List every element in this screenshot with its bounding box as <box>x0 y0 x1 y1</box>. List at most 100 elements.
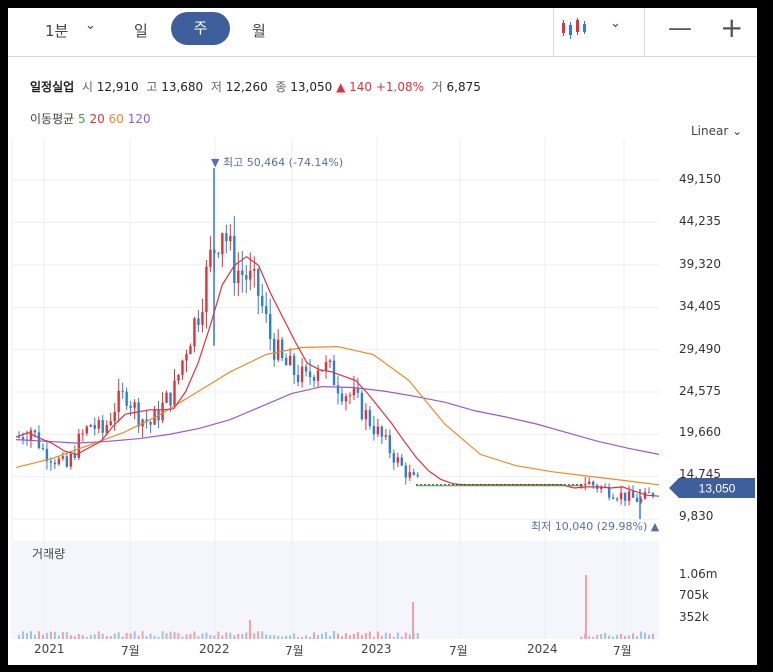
candle-body <box>221 233 224 255</box>
candle-body <box>588 481 591 485</box>
candle-body <box>328 360 332 363</box>
volume-bar <box>233 635 236 639</box>
volume-bar <box>317 634 320 639</box>
volume-bar <box>37 631 40 639</box>
volume-bar <box>97 631 100 639</box>
volume-bar <box>336 633 339 639</box>
candle-body <box>29 430 33 441</box>
volume-bar <box>209 635 212 639</box>
candle-body <box>65 456 69 467</box>
volume-bar <box>273 635 276 639</box>
volume-bar <box>596 634 599 639</box>
volume-bar <box>360 635 363 639</box>
current-price-tag: 13,050 <box>669 478 755 498</box>
candle-body <box>181 360 184 375</box>
volume-bar <box>632 633 635 639</box>
candle-body <box>209 249 212 267</box>
volume-bar <box>18 635 20 639</box>
price-tick: 9,830 <box>679 509 714 523</box>
candle-body <box>201 312 204 325</box>
candle-body <box>412 472 415 475</box>
volume-bar <box>356 631 359 639</box>
candle-body <box>340 393 344 402</box>
chart-window: 1분 ⌄ 일 주 월 ⌄ — + 일정실업 시 12,910 고 13,680 … <box>8 8 757 665</box>
volume-bar <box>117 632 120 639</box>
candle-body <box>647 492 651 494</box>
candle-body <box>237 270 240 284</box>
volume-bar <box>612 636 615 639</box>
candle-body <box>189 346 192 355</box>
candle-body <box>372 426 376 435</box>
volume-bar <box>352 633 355 639</box>
candle-body <box>635 497 639 502</box>
volume-bar <box>133 631 136 639</box>
candle-body <box>591 481 595 486</box>
volume-bar <box>289 635 292 639</box>
candle-body <box>109 421 112 426</box>
candle-body <box>388 435 392 454</box>
volume-bar <box>344 633 347 639</box>
volume-bar <box>333 631 336 639</box>
candle-body <box>85 426 88 434</box>
candle-body <box>360 392 364 420</box>
candle-body <box>292 355 296 375</box>
volume-bar <box>173 632 176 639</box>
candle-body <box>261 295 264 307</box>
volume-bar <box>81 635 84 639</box>
volume-bar <box>245 632 248 639</box>
candle-body <box>276 339 280 360</box>
candle-body <box>149 422 152 425</box>
candle-body <box>93 425 96 429</box>
volume-bar <box>221 635 224 639</box>
candle-body <box>97 420 100 429</box>
volume-bar <box>85 636 88 639</box>
volume-bar <box>297 636 300 639</box>
volume-bar <box>101 633 104 639</box>
volume-bar <box>125 632 128 639</box>
candle-body <box>392 453 396 463</box>
volume-bar <box>249 620 251 639</box>
volume-bar <box>604 632 607 639</box>
volume-bar <box>141 631 144 639</box>
candle-body <box>33 430 37 433</box>
volume-bar <box>253 633 256 639</box>
volume-bar <box>269 635 272 639</box>
price-tick: 49,150 <box>679 172 721 186</box>
price-chart[interactable] <box>8 8 757 665</box>
price-tick: 29,490 <box>679 342 721 356</box>
volume-bar <box>281 636 284 639</box>
candle-body <box>229 235 232 242</box>
volume-bar <box>25 633 28 639</box>
candle-body <box>312 377 316 381</box>
candle-body <box>257 269 260 296</box>
candle-body <box>400 457 403 466</box>
volume-bar <box>588 636 591 639</box>
volume-bar <box>388 633 391 639</box>
volume-bar <box>213 635 216 639</box>
volume-bar <box>620 633 623 639</box>
time-tick: 2023 <box>361 642 392 656</box>
candle-body <box>169 392 172 406</box>
volume-bar <box>33 634 36 639</box>
candle-body <box>241 270 244 276</box>
candle-body <box>173 380 176 406</box>
candle-body <box>272 338 276 360</box>
volume-bar <box>109 635 112 639</box>
volume-bar <box>608 635 611 639</box>
candle-body <box>284 357 288 366</box>
volume-bar <box>237 634 240 639</box>
candle-body <box>269 314 272 339</box>
time-tick: 2024 <box>527 642 558 656</box>
candle-body <box>37 432 41 448</box>
volume-bar <box>201 633 204 639</box>
volume-bar <box>380 635 383 639</box>
candle-body <box>416 474 419 477</box>
volume-bar <box>57 635 60 639</box>
volume-bar <box>313 632 316 639</box>
volume-bar <box>624 636 627 639</box>
volume-tick: 1.06m <box>679 567 718 581</box>
candle-body <box>344 396 348 402</box>
volume-bar <box>69 635 72 639</box>
candle-body <box>623 492 627 501</box>
volume-bar <box>648 634 651 639</box>
